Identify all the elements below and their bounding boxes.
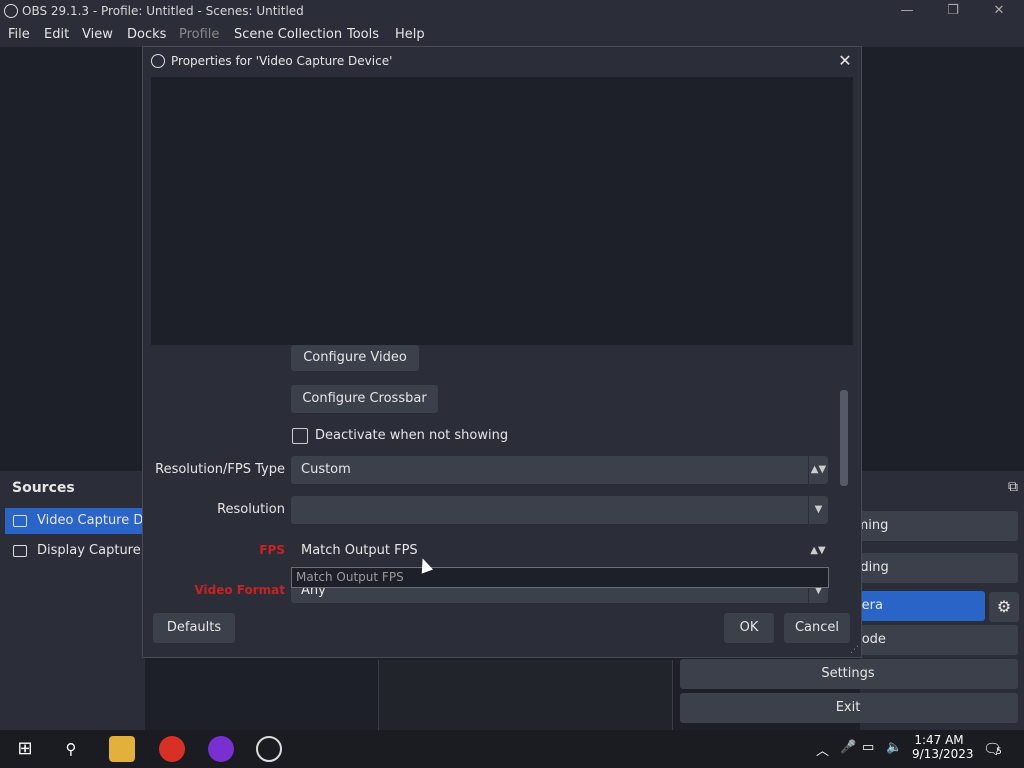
network-icon[interactable]: ▭ [862, 740, 874, 755]
window-titlebar: OBS 29.1.3 - Profile: Untitled - Scenes:… [0, 0, 1024, 23]
dialog-titlebar: Properties for 'Video Capture Device' ✕ [143, 47, 861, 76]
monitor-icon [13, 545, 27, 557]
file-explorer-icon[interactable] [109, 736, 135, 762]
menu-docks[interactable]: Docks [127, 27, 166, 42]
source-item-display-capture[interactable]: Display Capture [5, 538, 145, 564]
fps-select[interactable]: Match Output FPS ▲▼ [291, 537, 828, 565]
fps-label: FPS [259, 543, 285, 557]
updown-arrows-icon: ▲▼ [808, 456, 828, 484]
source-preview [151, 77, 853, 345]
window-title: OBS 29.1.3 - Profile: Untitled - Scenes:… [22, 4, 304, 18]
resolution-select[interactable]: ▼ [291, 496, 828, 524]
dock-undock-icon[interactable]: ⧉ [1008, 479, 1018, 495]
settings-button[interactable]: Settings [680, 659, 1018, 689]
tray-overflow-chevron-icon[interactable]: ︿ [816, 740, 829, 759]
obs-logo-icon [151, 54, 165, 68]
resfps-type-select[interactable]: Custom ▲▼ [291, 456, 828, 484]
resfps-type-label: Resolution/FPS Type [155, 462, 285, 477]
windows-taskbar: ⊞ ⚲ ︿ 🎤 ▭ 🔈 1:47 AM 9/13/2023 🗨 5 [0, 730, 1024, 768]
microphone-icon[interactable]: 🎤 [840, 740, 856, 755]
resize-grip-icon[interactable]: ⋰ [850, 645, 859, 655]
windows-start-icon[interactable]: ⊞ [12, 736, 38, 762]
properties-dialog: Properties for 'Video Capture Device' ✕ … [142, 46, 862, 658]
ok-button[interactable]: OK [724, 613, 774, 643]
fps-value: Match Output FPS [301, 543, 418, 558]
fps-dropdown-option[interactable]: Match Output FPS [291, 567, 829, 588]
sources-dock: Sources Video Capture De Display Capture [0, 471, 145, 730]
resfps-type-value: Custom [301, 462, 351, 477]
cancel-button[interactable]: Cancel [784, 613, 850, 643]
menu-edit[interactable]: Edit [44, 27, 69, 42]
dialog-close-button[interactable]: ✕ [835, 51, 855, 71]
close-window-button[interactable]: ✕ [976, 0, 1022, 23]
virtual-camera-settings-gear-icon[interactable]: ⚙ [989, 592, 1019, 622]
dialog-title: Properties for 'Video Capture Device' [171, 54, 393, 68]
menu-bar: File Edit View Docks Profile Scene Colle… [0, 23, 1024, 47]
sources-header: Sources [12, 480, 75, 496]
resolution-label: Resolution [217, 502, 285, 517]
clock-time: 1:47 AM [914, 733, 964, 747]
menu-file[interactable]: File [8, 27, 30, 42]
exit-button[interactable]: Exit [680, 693, 1018, 723]
source-item-video-capture[interactable]: Video Capture De [5, 508, 145, 534]
notification-count: 5 [996, 747, 1002, 757]
source-label: Display Capture [37, 543, 141, 558]
source-label: Video Capture De [37, 513, 145, 528]
deactivate-checkbox[interactable] [292, 428, 308, 444]
obs-logo-icon [4, 4, 18, 18]
video-format-label: Video Format [194, 583, 285, 597]
menu-tools[interactable]: Tools [347, 27, 379, 42]
clock[interactable]: 1:47 AM 9/13/2023 [912, 733, 974, 761]
chevron-down-icon: ▼ [808, 496, 828, 524]
configure-video-button[interactable]: Configure Video [291, 345, 419, 371]
menu-profile[interactable]: Profile [179, 27, 219, 42]
audio-mixer-area [378, 660, 673, 730]
obs-taskbar-icon[interactable] [256, 736, 282, 762]
updown-arrows-icon: ▲▼ [810, 545, 826, 556]
chrome-icon[interactable] [159, 736, 185, 762]
menu-scene-collection[interactable]: Scene Collection [234, 27, 342, 42]
defaults-button[interactable]: Defaults [153, 613, 235, 643]
minimize-button[interactable]: — [884, 0, 930, 23]
menu-view[interactable]: View [82, 27, 113, 42]
volume-icon[interactable]: 🔈 [886, 740, 902, 755]
configure-crossbar-button[interactable]: Configure Crossbar [291, 385, 438, 413]
search-icon[interactable]: ⚲ [58, 736, 84, 762]
maximize-button[interactable]: ❐ [930, 0, 976, 23]
clock-date: 9/13/2023 [912, 747, 974, 761]
menu-help[interactable]: Help [395, 27, 425, 42]
deactivate-label: Deactivate when not showing [315, 428, 509, 443]
settings-label: Settings [821, 666, 875, 681]
studio-label: lode [858, 632, 886, 647]
camera-icon [13, 515, 27, 527]
properties-scrollbar[interactable] [840, 390, 848, 486]
exit-label: Exit [835, 700, 861, 715]
podcast-app-icon[interactable] [208, 736, 234, 762]
